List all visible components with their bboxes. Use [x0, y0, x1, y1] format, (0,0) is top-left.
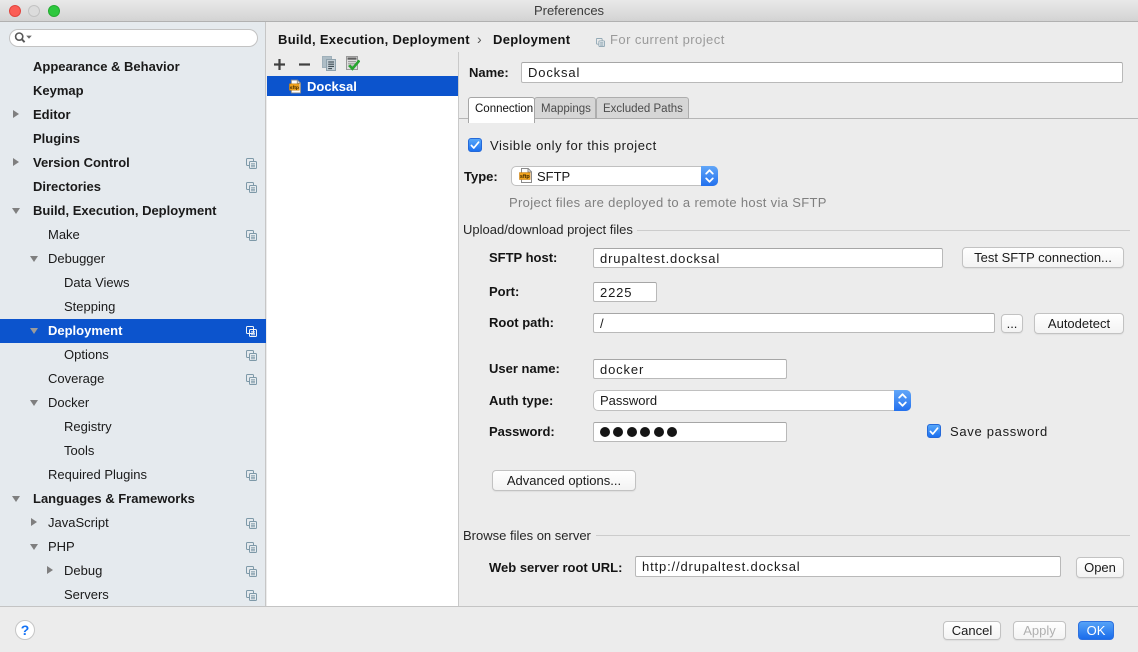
- svg-text:sftp: sftp: [290, 85, 299, 91]
- svg-text:sftp: sftp: [520, 174, 531, 180]
